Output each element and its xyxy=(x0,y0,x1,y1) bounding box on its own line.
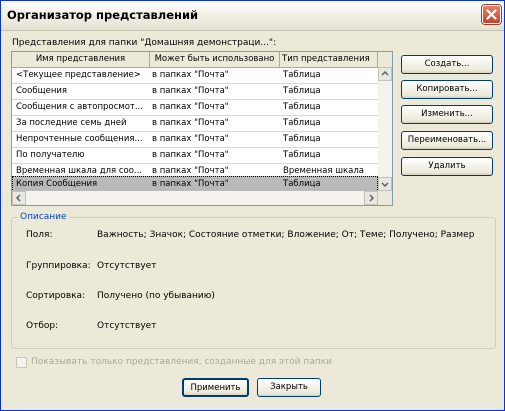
usable-in-cell: в папках "Почта" xyxy=(152,150,229,160)
column-header-view-type[interactable]: Тип представления xyxy=(280,52,378,67)
view-type-cell: Таблица xyxy=(283,179,321,189)
table-row[interactable]: <Текущее представление> в папках "Почта"… xyxy=(12,68,378,84)
table-row[interactable]: По получателю в папках "Почта" Таблица xyxy=(12,148,378,164)
usable-in-cell: в папках "Почта" xyxy=(152,102,229,112)
sorting-label: Сортировка: xyxy=(26,291,86,301)
table-row[interactable]: Непрочтенные сообщения... в папках "Почт… xyxy=(12,132,378,148)
view-type-cell: Таблица xyxy=(283,118,321,128)
view-type-cell: Таблица xyxy=(283,70,321,80)
apply-button[interactable]: Применить xyxy=(182,378,249,397)
window-title: Организатор представлений xyxy=(7,8,199,22)
table-row[interactable]: За последние семь дней в папках "Почта" … xyxy=(12,116,378,132)
table-row[interactable]: Сообщения в папках "Почта" Таблица xyxy=(12,84,378,100)
view-name-cell: Непрочтенные сообщения... xyxy=(16,134,143,144)
view-name-cell: Копия Сообщения xyxy=(16,179,98,189)
fields-value: Важность; Значок; Состояние отметки; Вло… xyxy=(97,230,475,240)
scrollbar-corner xyxy=(378,191,392,205)
filter-value: Отсутствует xyxy=(97,321,157,331)
rename-button[interactable]: Переименовать... xyxy=(401,131,493,150)
arrow-right-icon xyxy=(369,194,375,202)
usable-in-cell: в папках "Почта" xyxy=(152,70,229,80)
arrow-up-icon xyxy=(381,70,389,76)
arrow-down-icon xyxy=(381,182,389,188)
delete-button[interactable]: Удалить xyxy=(401,157,493,176)
filter-label: Отбор: xyxy=(26,321,59,331)
column-header-view-name[interactable]: Имя представления xyxy=(12,52,150,67)
title-bar[interactable]: Организатор представлений xyxy=(1,1,504,31)
usable-in-cell: в папках "Почта" xyxy=(152,134,229,144)
view-name-cell: <Текущее представление> xyxy=(16,70,141,80)
scroll-right-button[interactable] xyxy=(364,191,378,205)
show-only-this-folder-checkbox[interactable] xyxy=(16,357,27,368)
views-list-label: Представления для папки "Домашняя демонс… xyxy=(12,38,277,48)
usable-in-cell: в папках "Почта" xyxy=(152,118,229,128)
arrow-left-icon xyxy=(15,194,21,202)
view-type-cell: Таблица xyxy=(283,134,321,144)
view-type-cell: Таблица xyxy=(283,150,321,160)
horizontal-scrollbar[interactable] xyxy=(12,191,378,205)
vertical-scrollbar[interactable] xyxy=(378,67,392,191)
view-name-cell: За последние семь дней xyxy=(16,118,127,128)
grouping-label: Группировка: xyxy=(26,261,91,271)
modify-button[interactable]: Изменить... xyxy=(401,105,493,124)
close-icon xyxy=(486,9,497,20)
table-header: Имя представления Может быть использован… xyxy=(12,52,392,68)
grouping-value: Отсутствует xyxy=(97,261,157,271)
view-type-cell: Таблица xyxy=(283,86,321,96)
view-name-cell: Сообщения с автопросмот... xyxy=(16,102,143,112)
scroll-up-button[interactable] xyxy=(378,67,392,81)
views-table[interactable]: Имя представления Может быть использован… xyxy=(11,51,393,206)
copy-button[interactable]: Копировать... xyxy=(401,80,493,99)
sorting-value: Получено (по убыванию) xyxy=(97,291,215,301)
table-row[interactable]: Сообщения с автопросмот... в папках "Поч… xyxy=(12,100,378,116)
close-window-button[interactable] xyxy=(482,5,501,24)
usable-in-cell: в папках "Почта" xyxy=(152,179,229,189)
view-type-cell: Таблица xyxy=(283,102,321,112)
fields-label: Поля: xyxy=(26,230,53,240)
view-organizer-dialog: Организатор представлений Представления … xyxy=(0,0,505,411)
create-button[interactable]: Создать... xyxy=(401,55,493,74)
description-legend: Описание xyxy=(18,212,69,222)
view-name-cell: Сообщения xyxy=(16,86,68,96)
close-button[interactable]: Закрыть xyxy=(257,378,321,397)
scroll-left-button[interactable] xyxy=(12,191,26,205)
view-name-cell: По получателю xyxy=(16,150,85,160)
table-row-selected[interactable]: Копия Сообщения в папках "Почта" Таблица xyxy=(12,176,378,192)
column-header-usable-in[interactable]: Может быть использовано xyxy=(150,52,280,67)
usable-in-cell: в папках "Почта" xyxy=(152,86,229,96)
show-only-this-folder-label: Показывать только представления, созданн… xyxy=(31,357,332,367)
scroll-down-button[interactable] xyxy=(378,177,392,191)
